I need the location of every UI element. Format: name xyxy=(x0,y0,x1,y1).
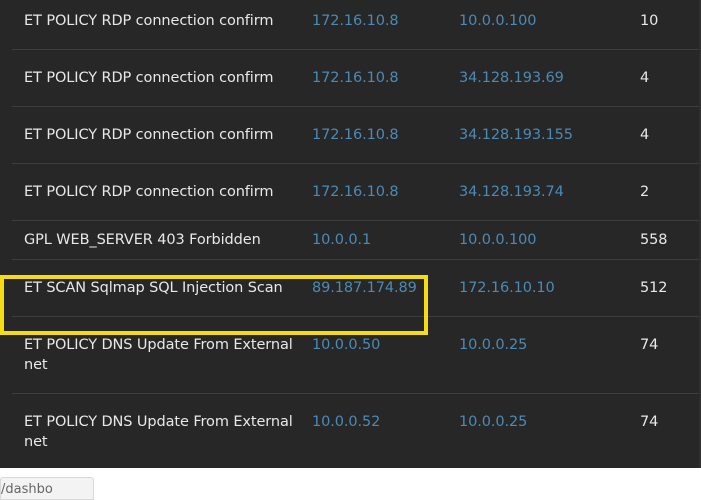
destination-ip-link[interactable]: 172.16.10.10 xyxy=(447,259,628,317)
source-ip-link[interactable]: 10.0.0.52 xyxy=(300,394,447,469)
signature-cell: ET POLICY RDP connection confirm xyxy=(12,0,300,50)
count-cell: 74 xyxy=(640,414,659,430)
count-cell: 10 xyxy=(628,0,701,50)
destination-ip-link[interactable]: 34.128.193.155 xyxy=(447,106,628,164)
destination-ip-link[interactable]: 10.0.0.25 xyxy=(447,394,628,469)
count-cell: 558 xyxy=(628,220,701,260)
source-ip-link[interactable]: 172.16.10.8 xyxy=(300,163,447,221)
table-row[interactable]: ET POLICY RDP connection confirm 172.16.… xyxy=(12,49,701,107)
count-cell: 512 xyxy=(628,259,701,317)
count-cell: 74 xyxy=(628,316,701,394)
destination-ip-link[interactable]: 34.128.193.69 xyxy=(447,49,628,107)
signature-cell: ET POLICY DNS Update From External net xyxy=(24,414,293,450)
table-row[interactable]: ET POLICY DNS Update From External net 1… xyxy=(12,316,701,394)
signature-cell: ET POLICY RDP connection confirm xyxy=(12,49,300,107)
source-ip-link[interactable]: 10.0.0.1 xyxy=(300,220,447,260)
table-row[interactable]: ET POLICY RDP connection confirm 172.16.… xyxy=(12,163,701,221)
destination-ip-link[interactable]: 34.128.193.74 xyxy=(447,163,628,221)
signature-cell: GPL WEB_SERVER 403 Forbidden xyxy=(12,220,300,260)
table-row[interactable]: ET SCAN Sqlmap SQL Injection Scan 89.187… xyxy=(12,259,701,317)
count-cell: 4 xyxy=(628,106,701,164)
table-row[interactable]: ET POLICY DNS Update From External net 1… xyxy=(12,394,701,469)
signature-cell: ET POLICY DNS Update From External net xyxy=(12,316,300,394)
signature-cell: ET POLICY RDP connection confirm xyxy=(12,163,300,221)
destination-ip-link[interactable]: 10.0.0.100 xyxy=(447,0,628,50)
source-ip-link[interactable]: 172.16.10.8 xyxy=(300,106,447,164)
destination-ip-link[interactable]: 10.0.0.100 xyxy=(447,220,628,260)
source-ip-link[interactable]: 10.0.0.50 xyxy=(300,316,447,394)
count-cell: 4 xyxy=(628,49,701,107)
alerts-table: ET POLICY RDP connection confirm 172.16.… xyxy=(12,0,701,468)
signature-cell: ET SCAN Sqlmap SQL Injection Scan xyxy=(12,259,300,317)
alerts-panel: ET POLICY RDP connection confirm 172.16.… xyxy=(0,0,701,468)
source-ip-link[interactable]: 172.16.10.8 xyxy=(300,49,447,107)
signature-cell: ET POLICY RDP connection confirm xyxy=(12,106,300,164)
source-ip-link[interactable]: 172.16.10.8 xyxy=(300,0,447,50)
status-url-tooltip: /dashbo xyxy=(0,477,94,500)
table-row[interactable]: GPL WEB_SERVER 403 Forbidden 10.0.0.1 10… xyxy=(12,220,701,260)
destination-ip-link[interactable]: 10.0.0.25 xyxy=(447,316,628,394)
table-row[interactable]: ET POLICY RDP connection confirm 172.16.… xyxy=(12,106,701,164)
count-cell: 2 xyxy=(628,163,701,221)
table-row[interactable]: ET POLICY RDP connection confirm 172.16.… xyxy=(12,0,701,50)
source-ip-link[interactable]: 89.187.174.89 xyxy=(300,259,447,317)
